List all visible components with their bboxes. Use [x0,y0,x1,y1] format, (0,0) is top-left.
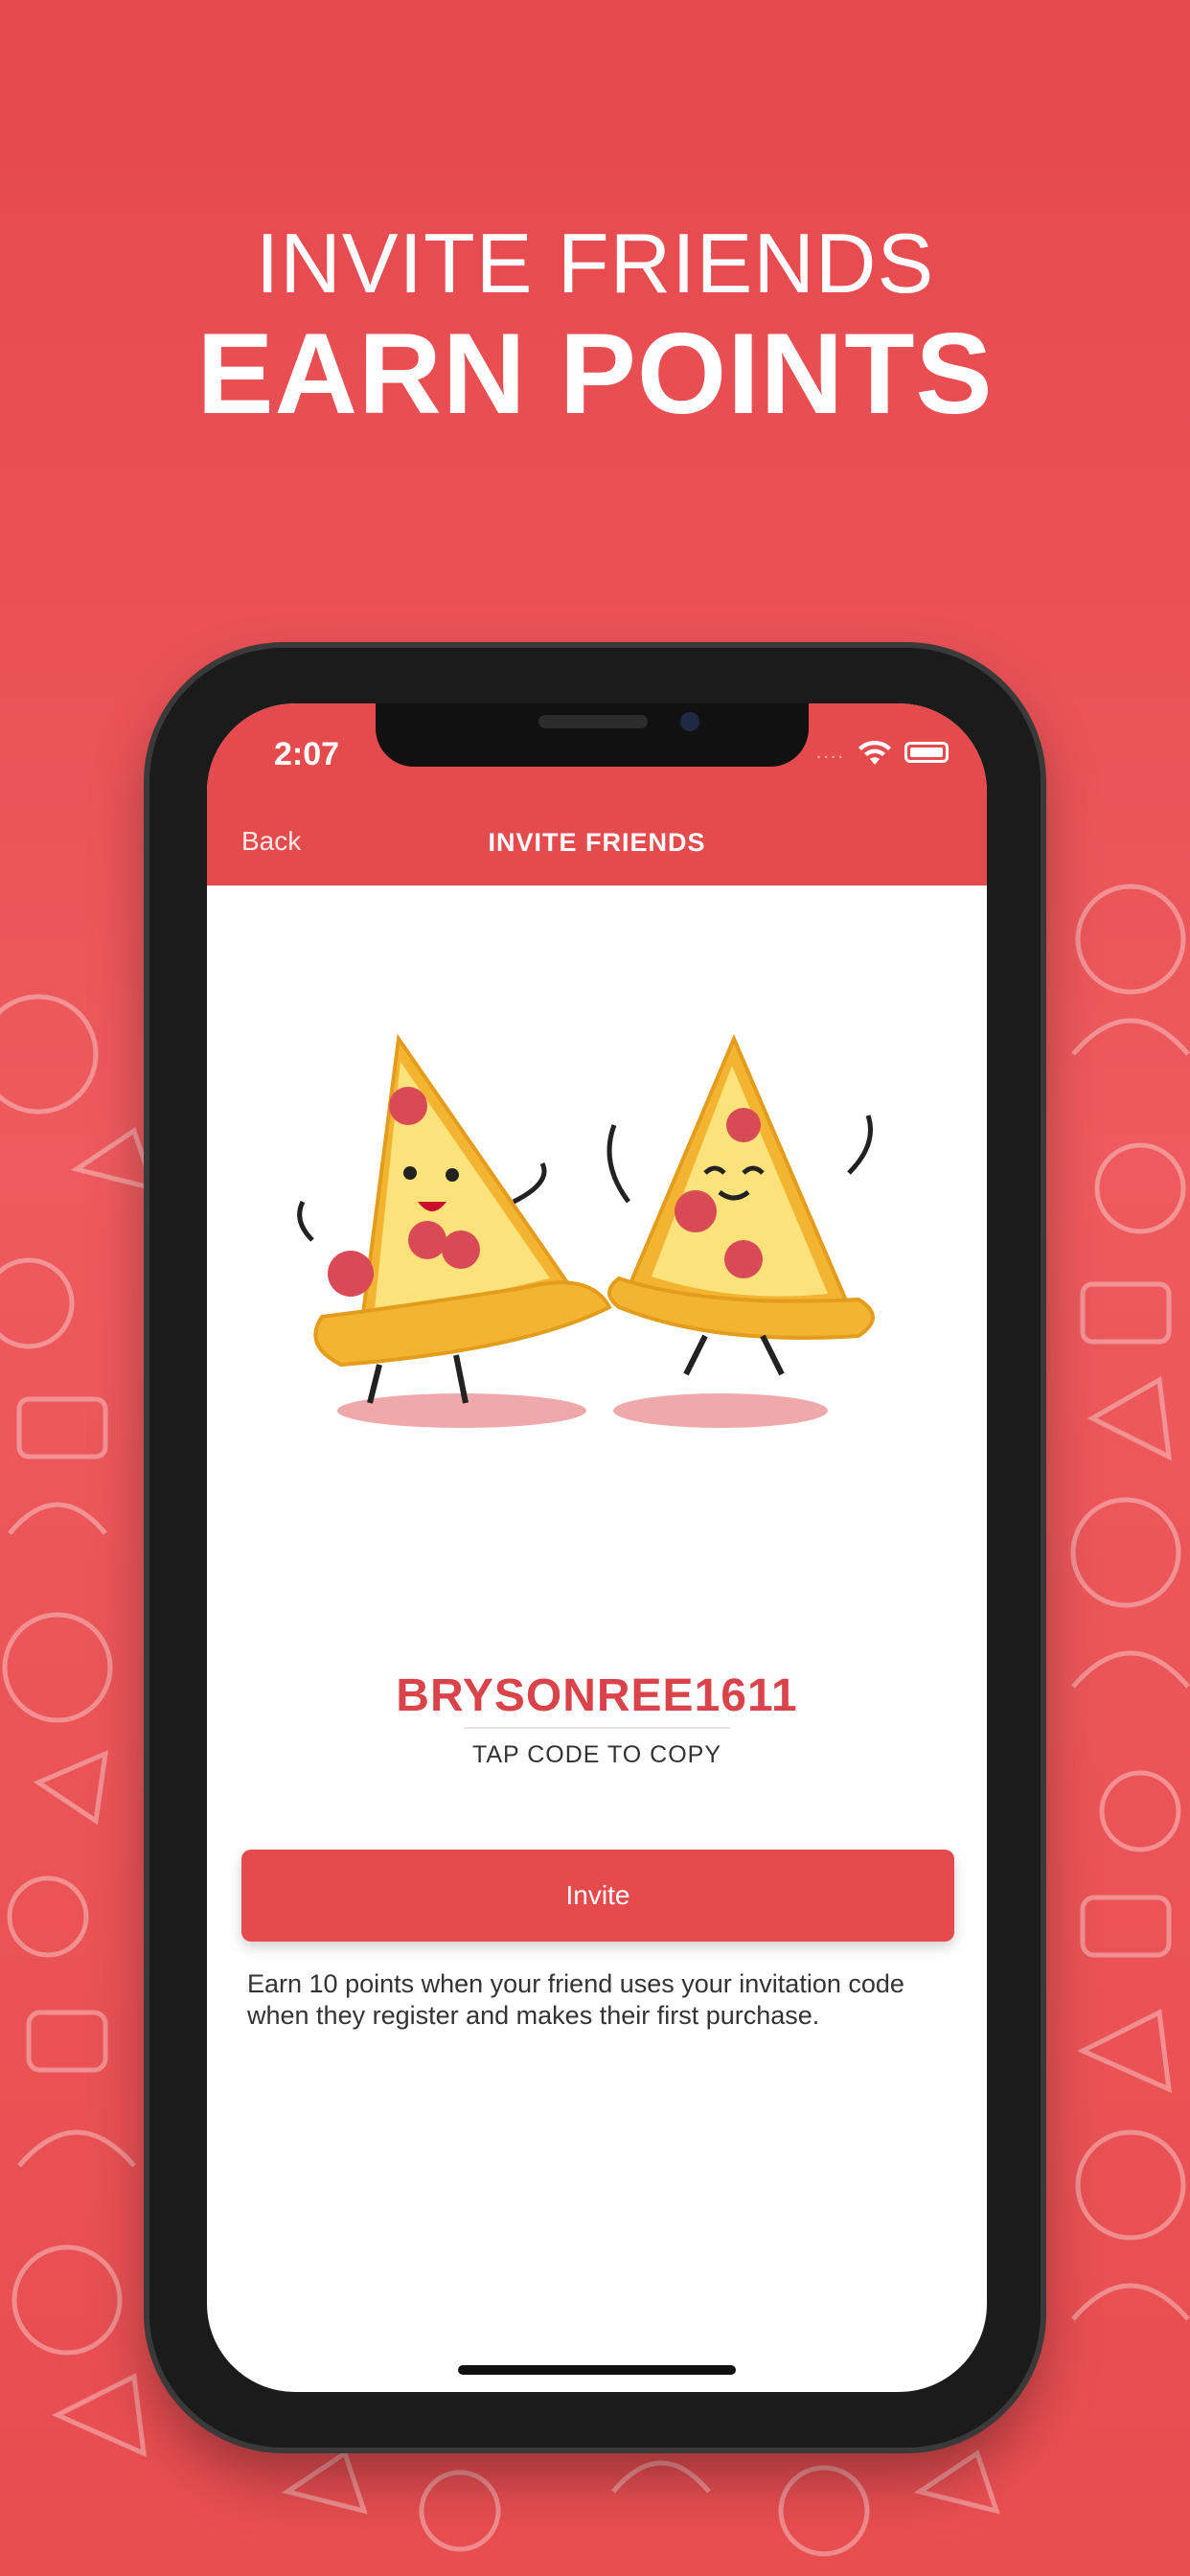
invitation-code[interactable]: BRYSONREE1611 [207,1669,987,1722]
speaker-grille [538,715,648,728]
invite-button[interactable]: Invite [241,1850,954,1942]
battery-icon [904,742,949,763]
wifi-icon [858,740,891,765]
invite-description: Earn 10 points when your friend uses you… [247,1969,904,2030]
pizza-slice-left [297,1033,612,1404]
status-icons: .... [816,740,949,765]
signal-dots: .... [815,741,845,763]
phone-frame: 2:07 .... Back INVITE FRIENDS BRYSONREE1… [149,648,1041,2448]
pizza-slice-right [606,1033,875,1376]
phone-screen: 2:07 .... Back INVITE FRIENDS BRYSONREE1… [207,703,987,2392]
hero-line-2: EARN POINTS [196,310,994,438]
dancing-pizza-illustration [297,1033,875,1428]
page-title: INVITE FRIENDS [488,828,706,857]
front-camera [680,712,699,731]
tap-to-copy-hint: TAP CODE TO COPY [471,1741,722,1768]
status-time: 2:07 [274,736,340,772]
code-divider [464,1727,730,1729]
notch [376,703,809,767]
home-indicator[interactable] [458,2365,736,2375]
hero-headline: INVITE FRIENDS EARN POINTS [0,216,1190,436]
hero-line-1: INVITE FRIENDS [255,216,935,310]
